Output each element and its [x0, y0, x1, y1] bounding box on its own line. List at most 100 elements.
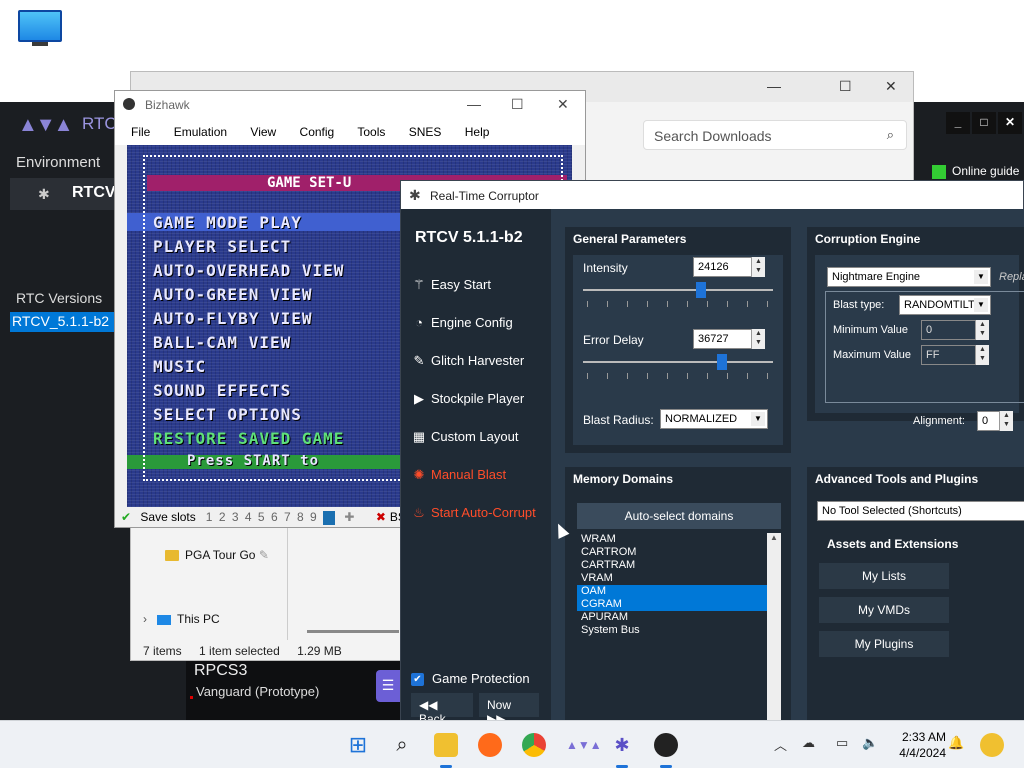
tool-select[interactable]: No Tool Selected (Shortcuts) [817, 501, 1024, 521]
firefox-icon[interactable] [478, 733, 502, 757]
nav-glitch-harvester[interactable]: ✎ Glitch Harvester [411, 353, 525, 369]
cloud-icon[interactable]: ☁ [802, 735, 815, 751]
bizhawk-icon [123, 98, 135, 110]
rpcs3-card[interactable]: RPCS3 Vanguard (Prototype) ☰ [186, 656, 400, 720]
close-icon[interactable]: ✕ [885, 78, 897, 95]
maximize-icon[interactable]: ☐ [511, 96, 524, 113]
nav-engine-config[interactable]: ◔ Engine Config [411, 315, 513, 330]
menu-emulation[interactable]: Emulation [174, 125, 227, 139]
max-value-spinner[interactable]: ▲ ▼ [975, 345, 989, 365]
minimize-icon[interactable]: — [467, 96, 481, 112]
blast-radius-label: Blast Radius: [583, 413, 654, 427]
blast-radius-select[interactable]: NORMALIZED ▼ [660, 409, 768, 429]
domain-item[interactable]: CARTRAM [577, 559, 781, 572]
user-avatar-icon[interactable] [980, 733, 1004, 757]
nav-easy-start[interactable]: ⚚ Easy Start [411, 277, 491, 293]
clock[interactable]: 2:33 AM 4/4/2024 [892, 729, 946, 761]
domain-item[interactable]: System Bus [577, 624, 781, 637]
auto-select-domains-button[interactable]: Auto-select domains [577, 503, 781, 529]
nav-start-auto-corrupt[interactable]: ♨ Start Auto-Corrupt [411, 505, 536, 521]
save-slot[interactable]: 4 [245, 510, 252, 524]
list-scrollbar[interactable]: ▲ [767, 533, 781, 721]
max-value-input[interactable]: FF [921, 345, 977, 365]
save-slot[interactable]: 2 [219, 510, 226, 524]
chevron-down-icon: ▼ [974, 270, 988, 284]
scroll-up-icon[interactable]: ▲ [767, 533, 781, 542]
search-downloads-input[interactable]: Search Downloads ⌕ [643, 120, 907, 150]
nav-manual-blast[interactable]: ✺ Manual Blast [411, 467, 507, 483]
nav-item-label: This PC [177, 612, 220, 626]
save-slot[interactable]: 6 [271, 510, 278, 524]
maximize-icon[interactable]: □ [972, 112, 996, 134]
save-slot[interactable]: 1 [206, 510, 213, 524]
search-icon[interactable]: ⌕ [390, 733, 414, 757]
notification-bell-icon[interactable]: 🔔 [948, 735, 964, 751]
save-slot[interactable]: 7 [284, 510, 291, 524]
windows-start-icon[interactable]: ⊞ [346, 733, 370, 757]
close-icon[interactable]: ✕ [998, 112, 1022, 134]
blast-type-value: RANDOMTILT [904, 299, 975, 311]
chevron-up-icon[interactable]: ︿ [774, 735, 787, 754]
my-lists-button[interactable]: My Lists [819, 563, 949, 589]
environment-item-rtcv[interactable]: ✱ RTCV [10, 178, 130, 210]
version-item[interactable]: RTCV_5.1.1-b2 [10, 312, 116, 332]
error-delay-spinner[interactable]: ▲ ▼ [751, 329, 765, 349]
menu-tools[interactable]: Tools [357, 125, 385, 139]
domain-item[interactable]: VRAM [577, 572, 781, 585]
rtcv-taskbar-icon[interactable]: ✱ [610, 733, 634, 757]
menu-view[interactable]: View [250, 125, 276, 139]
my-plugins-button[interactable]: My Plugins [819, 631, 949, 657]
engine-select[interactable]: Nightmare Engine ▼ [827, 267, 991, 287]
intensity-spinner[interactable]: ▲ ▼ [751, 257, 765, 277]
maximize-icon[interactable]: ☐ [839, 78, 852, 95]
domain-item[interactable]: CGRAM [577, 598, 781, 611]
bizhawk-taskbar-icon[interactable] [654, 733, 678, 757]
error-delay-slider-thumb[interactable] [716, 354, 727, 370]
nav-item-pga[interactable]: PGA Tour Go ✎ [165, 548, 269, 562]
network-icon[interactable]: ▭ [836, 735, 848, 751]
chrome-icon[interactable] [522, 733, 546, 757]
min-value-input[interactable]: 0 [921, 320, 977, 340]
intensity-slider-track[interactable] [583, 289, 773, 291]
intensity-input[interactable]: 24126 [693, 257, 753, 277]
horizontal-scrollbar[interactable] [307, 630, 399, 633]
intensity-slider-thumb[interactable] [695, 282, 706, 298]
save-slot[interactable]: 5 [258, 510, 265, 524]
menu-config[interactable]: Config [300, 125, 335, 139]
desktop-icon-this-pc[interactable]: This PC [14, 10, 66, 68]
domain-item[interactable]: OAM [577, 585, 781, 598]
nav-custom-layout[interactable]: ▦ Custom Layout [411, 429, 519, 445]
domain-item[interactable]: WRAM [577, 533, 781, 546]
my-vmds-button[interactable]: My VMDs [819, 597, 949, 623]
save-slot[interactable]: 8 [297, 510, 304, 524]
minimize-icon[interactable]: _ [946, 112, 970, 134]
chevron-right-icon[interactable]: › [143, 612, 147, 626]
rpcs3-menu-icon[interactable]: ☰ [376, 670, 400, 702]
online-guide-link[interactable]: Online guide [932, 164, 1019, 179]
minimize-icon[interactable]: — [767, 78, 781, 94]
now-button[interactable]: Now ▶▶ [479, 693, 539, 726]
close-icon[interactable]: ✕ [557, 96, 569, 113]
memory-domains-list[interactable]: WRAM CARTROM CARTRAM VRAM OAM CGRAM APURAM Syst… [577, 533, 781, 721]
save-slot-active[interactable] [323, 510, 336, 525]
save-slot[interactable]: 9 [310, 510, 317, 524]
nav-stockpile-player[interactable]: ▶ Stockpile Player [411, 391, 524, 407]
back-button[interactable]: ◀◀ Back [411, 693, 473, 726]
save-slot[interactable]: 3 [232, 510, 239, 524]
menu-help[interactable]: Help [465, 125, 490, 139]
game-protection-checkbox[interactable]: ✔ Game Protection [411, 671, 530, 687]
file-explorer-icon[interactable] [434, 733, 458, 757]
min-value-spinner[interactable]: ▲ ▼ [975, 320, 989, 340]
domain-item[interactable]: CARTROM [577, 546, 781, 559]
error-delay-input[interactable]: 36727 [693, 329, 753, 349]
rtcv-window: ✱ Real-Time Corruptor RTCV 5.1.1-b2 ⚚ Eas… [400, 180, 1024, 726]
blast-type-select[interactable]: RANDOMTILT ▼ [899, 295, 991, 315]
rtc-launcher-icon[interactable]: ▲▼▲ [566, 733, 602, 757]
error-delay-slider-track[interactable] [583, 361, 773, 363]
menu-file[interactable]: File [131, 125, 150, 139]
nav-item-this-pc[interactable]: › This PC [143, 612, 220, 626]
domain-item[interactable]: APURAM [577, 611, 781, 624]
volume-icon[interactable]: 🔈 [862, 735, 878, 751]
alignment-spinner[interactable]: ▲ ▼ [999, 411, 1013, 431]
menu-snes[interactable]: SNES [409, 125, 442, 139]
